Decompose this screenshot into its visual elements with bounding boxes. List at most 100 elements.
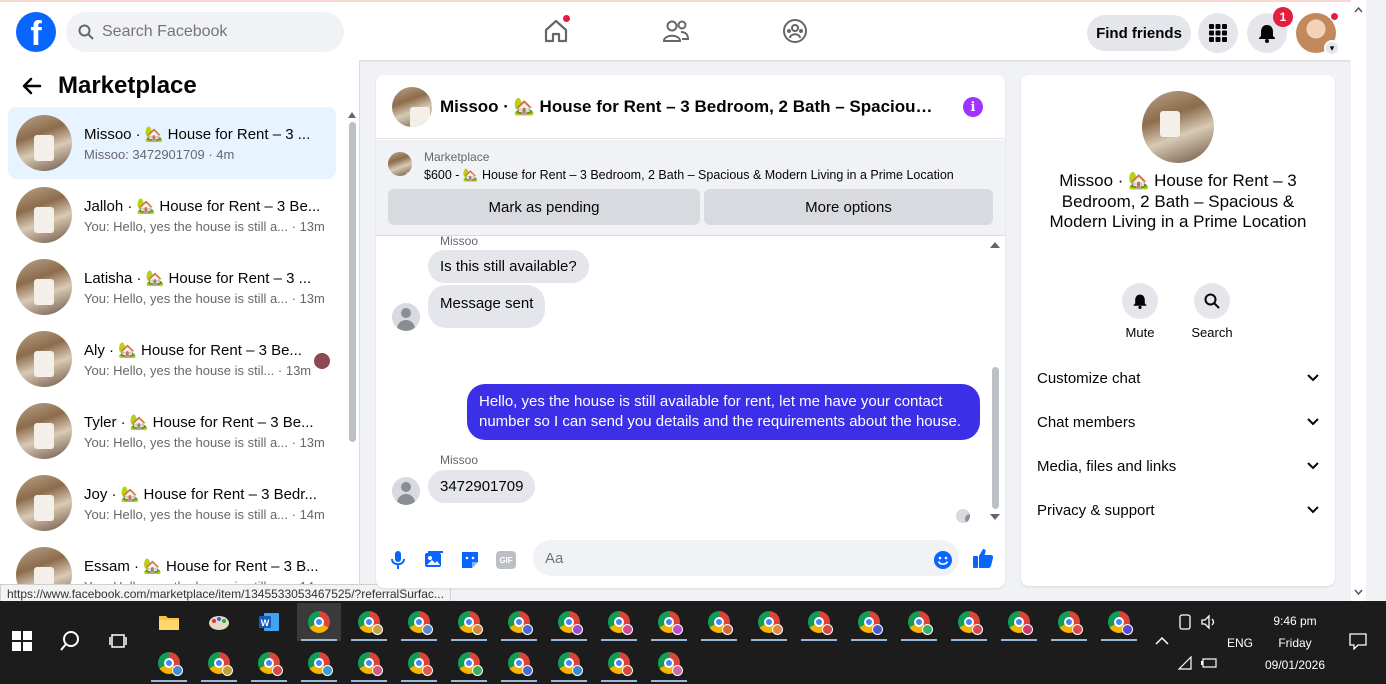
taskbar-chrome-profile[interactable] xyxy=(697,603,741,641)
taskbar-chrome-profile[interactable] xyxy=(147,644,191,682)
groups-nav-button[interactable] xyxy=(780,16,810,46)
sidebar-scrollbar-thumb[interactable] xyxy=(349,122,356,442)
taskbar-chrome-profile[interactable] xyxy=(1097,603,1141,641)
outgoing-message-bubble[interactable]: Hello, yes the house is still available … xyxy=(467,384,980,440)
listing-description[interactable]: $600 - 🏡 House for Rent – 3 Bedroom, 2 B… xyxy=(424,168,954,183)
media-files-links-row[interactable]: Media, files and links xyxy=(1037,446,1319,486)
find-friends-button[interactable]: Find friends xyxy=(1087,15,1191,51)
customize-chat-row[interactable]: Customize chat xyxy=(1037,358,1319,398)
home-nav-button[interactable] xyxy=(541,14,571,46)
voice-clip-button[interactable] xyxy=(387,549,409,571)
taskbar-chrome-profile[interactable] xyxy=(1047,603,1091,641)
clock-day[interactable]: Friday xyxy=(1262,636,1328,650)
profile-badge xyxy=(622,624,633,635)
notification-badge: 1 xyxy=(1273,7,1293,27)
conversation-item-joy[interactable]: Joy · 🏡 House for Rent – 3 Bedr... You: … xyxy=(8,467,336,539)
facebook-logo[interactable]: f xyxy=(16,12,56,52)
volume-button[interactable] xyxy=(1196,603,1222,641)
taskbar-chrome-profile[interactable] xyxy=(547,644,591,682)
search-box[interactable] xyxy=(66,12,344,52)
start-button[interactable] xyxy=(0,622,44,660)
taskbar-word[interactable]: W xyxy=(247,603,291,641)
like-button[interactable] xyxy=(972,547,994,569)
message-input[interactable] xyxy=(533,540,959,576)
taskbar-chrome-profile[interactable] xyxy=(447,603,491,641)
taskbar-chrome-profile[interactable] xyxy=(497,603,541,641)
profile-badge xyxy=(372,624,383,635)
chat-scroll-up-arrow-icon[interactable] xyxy=(990,241,1000,249)
taskbar-chrome-profile[interactable] xyxy=(347,603,391,641)
taskbar-chrome-profile[interactable] xyxy=(747,603,791,641)
chat-title[interactable]: Missoo · 🏡 House for Rent – 3 Bedroom, 2… xyxy=(440,97,940,117)
taskbar-chrome-profile[interactable] xyxy=(447,644,491,682)
incoming-message-bubble[interactable]: Is this still available? xyxy=(428,250,589,283)
taskbar-chrome-profile[interactable] xyxy=(647,603,691,641)
device-tray-button[interactable] xyxy=(1172,603,1198,641)
search-input[interactable] xyxy=(102,23,322,41)
sender-avatar xyxy=(392,303,420,331)
mark-as-pending-button[interactable]: Mark as pending xyxy=(388,189,700,225)
taskbar-file-explorer[interactable] xyxy=(147,603,191,641)
taskbar-chrome-active[interactable] xyxy=(297,603,341,641)
conversation-item-aly[interactable]: Aly · 🏡 House for Rent – 3 Be... You: He… xyxy=(8,323,336,395)
conversation-item-jalloh[interactable]: Jalloh · 🏡 House for Rent – 3 Be... You:… xyxy=(8,179,336,251)
taskbar-search-button[interactable] xyxy=(48,622,92,660)
taskbar-chrome-profile[interactable] xyxy=(347,644,391,682)
page-scrollbar[interactable] xyxy=(1351,0,1366,601)
notifications-button[interactable]: 1 xyxy=(1247,7,1293,53)
mute-button[interactable]: Mute xyxy=(1110,283,1170,340)
taskbar-paint-app[interactable] xyxy=(197,603,241,641)
taskbar-chrome-profile[interactable] xyxy=(397,644,441,682)
taskbar-chrome-profile[interactable] xyxy=(847,603,891,641)
taskbar-chrome-profile[interactable] xyxy=(497,644,541,682)
menu-button[interactable] xyxy=(1198,13,1238,53)
clock-date[interactable]: 09/01/2026 xyxy=(1262,658,1328,672)
clock-time[interactable]: 9:46 pm xyxy=(1262,614,1328,628)
incoming-message-bubble[interactable]: 3472901709 xyxy=(428,470,536,503)
profile-avatar-button[interactable]: ▾ xyxy=(1296,12,1340,56)
taskbar-chrome-profile[interactable] xyxy=(247,644,291,682)
emoji-button[interactable] xyxy=(932,549,954,571)
top-navigation-bar: f Find friends 1 ▾ xyxy=(0,0,1351,60)
chat-scroll-down-arrow-icon[interactable] xyxy=(990,513,1000,521)
taskbar-chrome-profile[interactable] xyxy=(997,603,1041,641)
incoming-message-bubble[interactable]: Message sent xyxy=(428,285,546,328)
taskbar-chrome-profile[interactable] xyxy=(297,644,341,682)
chat-header[interactable]: Missoo · 🏡 House for Rent – 3 Bedroom, 2… xyxy=(376,75,1005,139)
sticker-button[interactable] xyxy=(459,549,481,571)
word-icon: W xyxy=(259,613,279,631)
info-icon[interactable]: i xyxy=(963,97,983,117)
info-avatar[interactable] xyxy=(1142,91,1214,163)
task-view-button[interactable] xyxy=(96,622,140,660)
listing-thumbnail[interactable] xyxy=(388,152,412,176)
conversation-preview: You: Hello, yes the house is still a... … xyxy=(84,290,324,306)
taskbar-chrome-profile[interactable] xyxy=(197,644,241,682)
taskbar-chrome-profile[interactable] xyxy=(947,603,991,641)
sidebar-scroll-up-arrow-icon[interactable] xyxy=(348,110,356,120)
privacy-support-row[interactable]: Privacy & support xyxy=(1037,490,1319,530)
chat-scrollbar-thumb[interactable] xyxy=(992,367,999,509)
action-center-button[interactable] xyxy=(1336,622,1380,660)
taskbar-chrome-profile[interactable] xyxy=(597,603,641,641)
friends-nav-button[interactable] xyxy=(661,16,691,46)
conversation-item-latisha[interactable]: Latisha · 🏡 House for Rent – 3 ... You: … xyxy=(8,251,336,323)
conversation-item-tyler[interactable]: Tyler · 🏡 House for Rent – 3 Be... You: … xyxy=(8,395,336,467)
taskbar-chrome-profile[interactable] xyxy=(547,603,591,641)
back-arrow-icon[interactable] xyxy=(22,76,42,96)
search-in-conversation-button[interactable]: Search xyxy=(1182,283,1242,340)
network-button[interactable] xyxy=(1172,644,1198,682)
taskbar-chrome-profile[interactable] xyxy=(897,603,941,641)
battery-button[interactable] xyxy=(1196,644,1222,682)
profile-badge xyxy=(1122,624,1133,635)
taskbar-chrome-profile[interactable] xyxy=(597,644,641,682)
taskbar-chrome-profile[interactable] xyxy=(397,603,441,641)
taskbar-chrome-profile[interactable] xyxy=(797,603,841,641)
gif-button[interactable]: GIF xyxy=(495,549,517,571)
chat-members-row[interactable]: Chat members xyxy=(1037,402,1319,442)
more-options-button[interactable]: More options xyxy=(704,189,993,225)
conversation-avatar xyxy=(16,187,72,243)
conversation-item-missoo[interactable]: Missoo · 🏡 House for Rent – 3 ... Missoo… xyxy=(8,107,336,179)
taskbar-chrome-profile[interactable] xyxy=(647,644,691,682)
language-indicator[interactable]: ENG xyxy=(1222,636,1258,650)
attach-photo-button[interactable] xyxy=(423,549,445,571)
